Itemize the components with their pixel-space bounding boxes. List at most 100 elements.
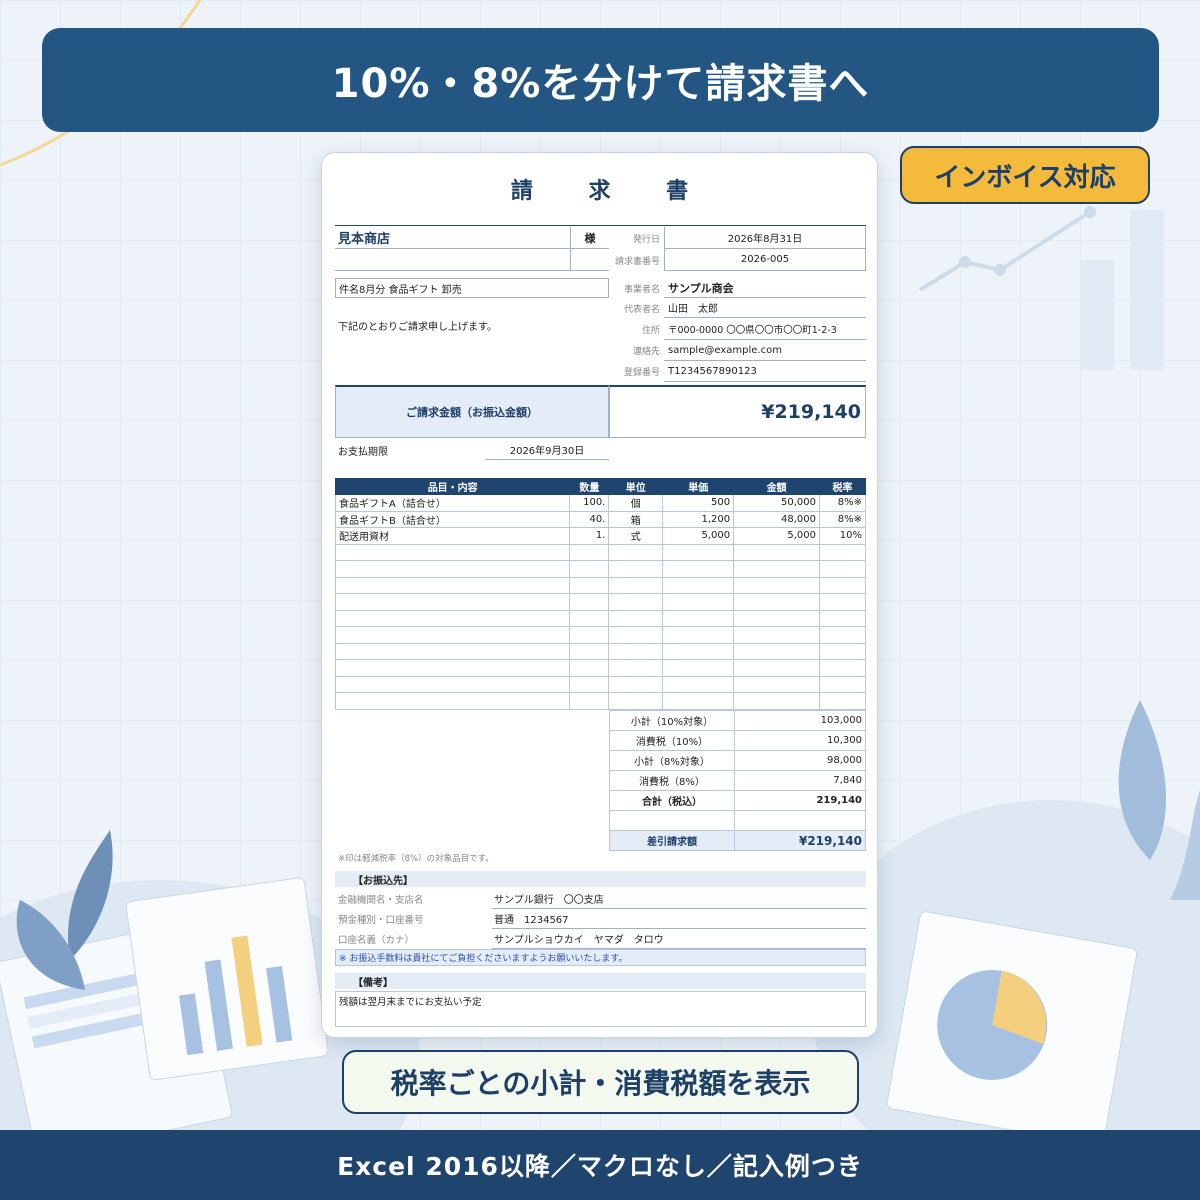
issue-date-label: 発行日	[632, 234, 660, 245]
footer-bar: Excel 2016以降／マクロなし／記入例つき	[0, 1130, 1200, 1200]
totals-table: 小計（10%対象） 103,000 消費税（10%） 10,300 小計（8%対象）…	[609, 710, 866, 851]
table-row[interactable]	[334, 659, 866, 677]
subtotal-10-label: 小計（10%対象）	[609, 710, 735, 731]
bank-row: 預金種別・口座番号 普通 1234567	[335, 909, 866, 929]
item-amount: 50,000	[733, 494, 820, 512]
grand-total-value: 219,140	[734, 790, 866, 811]
item-rate[interactable]: 10%	[819, 527, 866, 545]
item-price[interactable]: 5,000	[662, 527, 735, 545]
item-unit[interactable]: 式	[608, 527, 664, 545]
col-qty: 数量	[569, 478, 610, 495]
client-name[interactable]: 見本商店	[335, 227, 570, 249]
seller-address[interactable]: 〒000-0000 〇〇県〇〇市〇〇町1-2-3	[664, 318, 866, 340]
invoice-compliance-badge: インボイス対応	[900, 146, 1150, 204]
tax-8-label: 消費税（8%）	[609, 770, 735, 791]
subtotal-10-value: 103,000	[734, 710, 866, 731]
table-row[interactable]: 食品ギフトA（詰合せ） 100. 個 500 50,000 8%※	[334, 494, 866, 512]
table-row[interactable]	[334, 543, 866, 561]
totals-row: 消費税（8%） 7,840	[609, 770, 866, 791]
amount-total[interactable]: ¥219,140	[609, 385, 866, 438]
totals-row: 小計（10%対象） 103,000	[609, 710, 866, 731]
client-extra-line	[335, 249, 609, 271]
item-qty[interactable]: 1.	[569, 527, 610, 545]
footer-text: Excel 2016以降／マクロなし／記入例つき	[337, 1152, 863, 1181]
badge-label: インボイス対応	[934, 162, 1116, 193]
due-date[interactable]: 2026年9月30日	[485, 440, 609, 460]
table-row[interactable]	[334, 576, 866, 594]
tax-10-label: 消費税（10%）	[609, 730, 735, 751]
item-unit[interactable]: 箱	[608, 510, 664, 528]
subtotal-8-label: 小計（8%対象）	[609, 750, 735, 771]
tax-10-value: 10,300	[734, 730, 866, 751]
table-row[interactable]	[334, 626, 866, 644]
seller-company[interactable]: サンプル商会	[664, 278, 866, 298]
subtotal-8-value: 98,000	[734, 750, 866, 771]
seller-registration-number[interactable]: T1234567890123	[664, 361, 866, 382]
item-rate[interactable]: 8%※	[819, 510, 866, 528]
col-item: 品目・内容	[334, 478, 571, 495]
remarks-field[interactable]: 残額は翌月末までにお支払い予定	[335, 991, 866, 1027]
header-rule	[335, 225, 866, 226]
seller-contact[interactable]: sample@example.com	[664, 340, 866, 361]
table-row[interactable]	[334, 692, 866, 710]
remarks-title: 【備考】	[335, 973, 866, 989]
bank-name-value[interactable]: サンプル銀行 〇〇支店	[492, 889, 866, 909]
bank-section-title: 【お振込先】	[335, 871, 866, 887]
item-name[interactable]: 食品ギフトB（詰合せ）	[334, 510, 571, 528]
item-price[interactable]: 1,200	[662, 510, 735, 528]
item-name[interactable]: 食品ギフトA（詰合せ）	[334, 494, 571, 512]
seller-company-label: 事業者名	[623, 284, 660, 295]
table-row[interactable]	[334, 560, 866, 578]
balance-value: ¥219,140	[734, 830, 866, 851]
item-qty[interactable]: 40.	[569, 510, 610, 528]
invoice-number[interactable]: 2026-005	[664, 249, 866, 271]
item-qty[interactable]: 100.	[569, 494, 610, 512]
balance-label: 差引請求額	[609, 830, 735, 851]
item-amount: 48,000	[733, 510, 820, 528]
invoice-no-label: 請求書番号	[614, 256, 660, 267]
seller-representative[interactable]: 山田 太郎	[664, 298, 866, 318]
account-number-value[interactable]: 普通 1234567	[492, 909, 866, 929]
account-type-label: 預金種別・口座番号	[338, 915, 424, 926]
item-price[interactable]: 500	[662, 494, 735, 512]
totals-row: 消費税（10%） 10,300	[609, 730, 866, 751]
reduced-rate-note: ※印は軽減税率（8%）の対象品目です。	[338, 854, 494, 864]
top-banner: 10%・8%を分けて請求書へ	[42, 28, 1159, 132]
seller-rep-label: 代表者名	[623, 304, 660, 315]
issue-date[interactable]: 2026年8月31日	[664, 227, 866, 249]
honorific: 様	[570, 227, 609, 249]
subject-field[interactable]: 件名8月分 食品ギフト 卸売	[335, 278, 609, 298]
totals-row: 合計（税込） 219,140	[609, 790, 866, 811]
table-row[interactable]: 食品ギフトB（詰合せ） 40. 箱 1,200 48,000 8%※	[334, 510, 866, 528]
col-amount: 金額	[733, 478, 820, 495]
invoice-sheet: 請 求 書 見本商店 様 発行日 2026年8月31日 請求書番号 2026-0…	[321, 152, 878, 1038]
table-row[interactable]	[334, 675, 866, 693]
seller-contact-label: 連絡先	[632, 347, 660, 357]
tax-8-value: 7,840	[734, 770, 866, 791]
feature-caption-text: 税率ごとの小計・消費税額を表示	[390, 1067, 811, 1100]
items-table: 品目・内容 数量 単位 単価 金額 税率 食品ギフトA（詰合せ） 100. 個 …	[334, 478, 866, 710]
items-header-row: 品目・内容 数量 単位 単価 金額 税率	[334, 478, 866, 495]
item-name[interactable]: 配送用資材	[334, 527, 571, 545]
banner-title: 10%・8%を分けて請求書へ	[331, 61, 870, 107]
due-label: お支払期限	[338, 446, 388, 458]
bank-row: 金融機関名・支店名 サンプル銀行 〇〇支店	[335, 889, 866, 909]
item-rate[interactable]: 8%※	[819, 494, 866, 512]
seller-address-label: 住所	[641, 325, 660, 336]
invoice-title: 請 求 書	[510, 179, 713, 204]
account-holder-value[interactable]: サンプルショウカイ ヤマダ タロウ	[492, 929, 866, 949]
col-price: 単価	[662, 478, 735, 495]
grand-total-label: 合計（税込）	[609, 790, 735, 811]
table-row[interactable]: 配送用資材 1. 式 5,000 5,000 10%	[334, 527, 866, 545]
table-row[interactable]	[334, 593, 866, 611]
bank-name-label: 金融機関名・支店名	[338, 895, 424, 906]
table-row[interactable]	[334, 642, 866, 660]
feature-caption: 税率ごとの小計・消費税額を表示	[342, 1050, 859, 1114]
balance-row: 差引請求額 ¥219,140	[609, 830, 866, 851]
table-row[interactable]	[334, 609, 866, 627]
col-rate: 税率	[819, 478, 866, 495]
totals-row: 小計（8%対象） 98,000	[609, 750, 866, 771]
item-unit[interactable]: 個	[608, 494, 664, 512]
greeting-message: 下記のとおりご請求申し上げます。	[338, 321, 497, 333]
seller-registration-label: 登録番号	[623, 368, 660, 378]
